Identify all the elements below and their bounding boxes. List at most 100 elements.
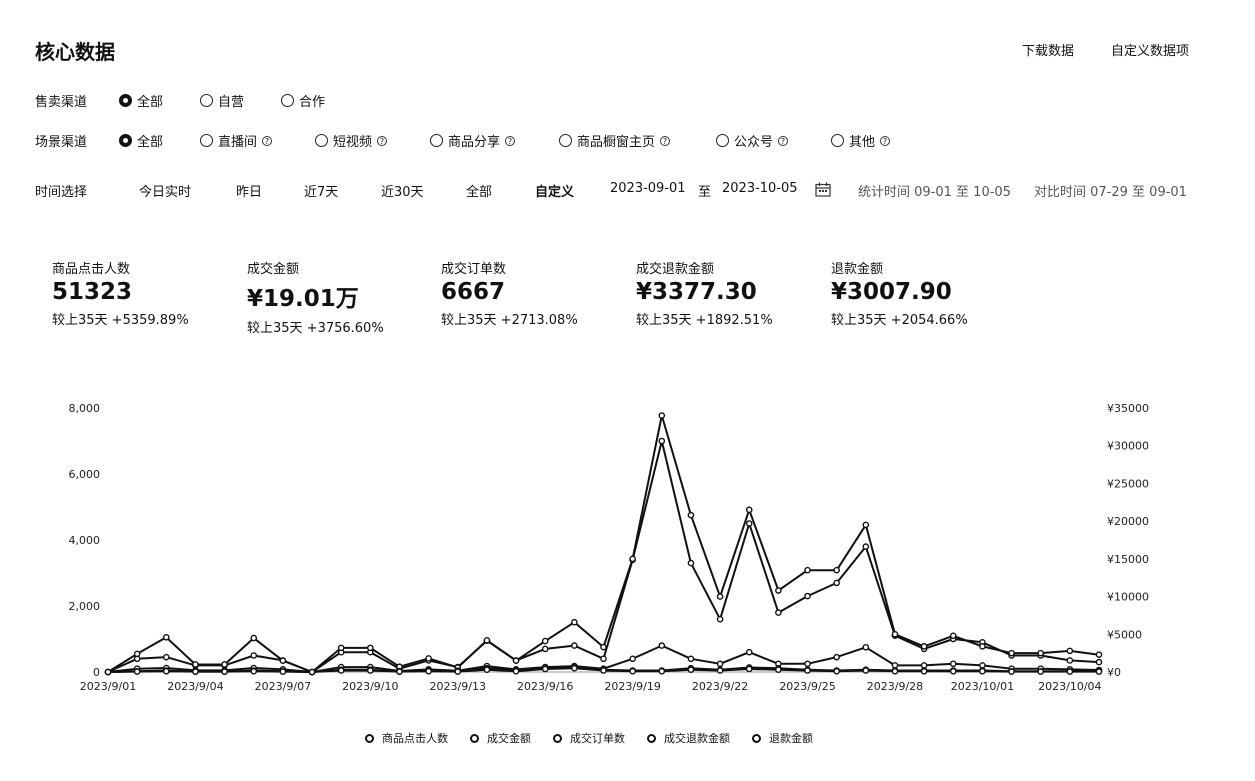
kpi-card[interactable]: 成交退款金额 ¥3377.30 较上35天 +1892.51% <box>636 258 773 328</box>
scene-option-short-video[interactable]: 短视频? <box>315 131 388 150</box>
sale-option-all[interactable]: 全部 <box>119 91 163 110</box>
legend-item[interactable]: 商品点击人数 <box>365 730 448 746</box>
help-icon[interactable]: ? <box>505 135 516 146</box>
help-icon[interactable]: ? <box>262 135 273 146</box>
data-point <box>629 655 636 663</box>
help-icon[interactable]: ? <box>377 135 388 146</box>
x-tick-label: 2023/10/01 <box>951 680 1014 693</box>
legend-marker-icon <box>365 733 374 743</box>
data-point <box>221 661 228 668</box>
time-option-yesterday[interactable]: 昨日 <box>236 181 262 200</box>
legend-marker-icon <box>470 733 479 743</box>
y-right-tick-label: ¥20000 <box>1107 515 1149 528</box>
time-option-today[interactable]: 今日实时 <box>139 181 191 200</box>
legend-item[interactable]: 成交退款金额 <box>647 730 730 746</box>
data-point <box>1066 657 1074 664</box>
data-point <box>804 566 811 574</box>
y-right-tick-label: ¥10000 <box>1107 591 1149 604</box>
download-data-link[interactable]: 下载数据 <box>1022 40 1074 59</box>
data-point <box>979 667 986 675</box>
data-point <box>891 667 899 675</box>
data-point <box>920 667 928 675</box>
data-point <box>192 661 199 668</box>
start-date-input[interactable]: 2023-09-01 <box>610 181 686 196</box>
scene-option-other[interactable]: 其他? <box>831 131 891 150</box>
data-point <box>716 660 724 668</box>
help-icon[interactable]: ? <box>880 135 891 146</box>
data-point <box>162 634 170 641</box>
help-icon[interactable]: ? <box>778 135 789 146</box>
data-point <box>454 668 462 675</box>
data-point <box>571 664 578 672</box>
data-point <box>396 668 403 675</box>
data-point <box>687 655 695 663</box>
radio-icon <box>716 134 729 147</box>
time-option-all[interactable]: 全部 <box>466 181 492 200</box>
data-point <box>541 645 549 653</box>
y-left-tick-label: 8,000 <box>69 402 101 415</box>
kpi-card[interactable]: 成交订单数 6667 较上35天 +2713.08% <box>441 258 578 328</box>
scene-option-live[interactable]: 直播间? <box>200 131 273 150</box>
data-point <box>1066 647 1074 655</box>
kpi-card[interactable]: 成交金额 ¥19.01万 较上35天 +3756.60% <box>247 258 384 336</box>
data-point <box>658 412 666 419</box>
x-tick-label: 2023/9/01 <box>80 680 136 693</box>
help-icon[interactable]: ? <box>660 135 671 146</box>
radio-icon <box>200 94 213 107</box>
x-tick-label: 2023/9/13 <box>430 680 486 693</box>
data-point <box>512 667 520 675</box>
time-select-label: 时间选择 <box>35 185 88 200</box>
stat-period-text: 统计时间 09-01 至 10-05 <box>858 185 1011 200</box>
data-point <box>833 653 840 661</box>
legend-item[interactable]: 退款金额 <box>752 730 813 746</box>
radio-selected-icon <box>119 134 132 147</box>
page-title: 核心数据 <box>35 40 115 64</box>
data-point <box>337 667 345 674</box>
kpi-value: ¥3007.90 <box>831 279 952 305</box>
kpi-value: ¥3377.30 <box>636 279 757 305</box>
time-option-30days[interactable]: 近30天 <box>381 181 424 200</box>
legend-item[interactable]: 成交订单数 <box>553 730 625 746</box>
custom-data-items-link[interactable]: 自定义数据项 <box>1111 40 1189 59</box>
scene-option-official-account[interactable]: 公众号? <box>716 131 789 150</box>
scene-option-showcase[interactable]: 商品橱窗主页? <box>559 131 671 150</box>
end-date-input[interactable]: 2023-10-05 <box>722 181 798 196</box>
data-point <box>1095 658 1103 666</box>
scene-option-all[interactable]: 全部 <box>119 131 163 150</box>
y-right-tick-label: ¥30000 <box>1107 440 1149 453</box>
data-point <box>658 667 666 675</box>
calendar-icon[interactable] <box>815 182 831 201</box>
y-right-tick-label: ¥25000 <box>1107 477 1149 490</box>
data-point <box>571 642 578 649</box>
kpi-card[interactable]: 商品点击人数 51323 较上35天 +5359.89% <box>52 258 189 328</box>
data-point <box>600 643 607 651</box>
data-point <box>279 657 287 664</box>
data-point <box>512 657 520 664</box>
radio-icon <box>831 134 844 147</box>
data-point <box>104 668 112 676</box>
data-point <box>949 632 957 640</box>
data-point <box>308 668 316 676</box>
kpi-label: 成交金额 <box>247 262 300 277</box>
time-option-7days[interactable]: 近7天 <box>304 181 338 200</box>
data-point <box>1008 649 1015 657</box>
data-point <box>775 666 782 674</box>
data-point <box>1037 668 1045 675</box>
data-point <box>775 587 782 594</box>
y-right-tick-label: ¥35000 <box>1107 402 1149 415</box>
trend-line-chart[interactable]: 8,000 6,000 4,000 2,000 0 ¥35000 ¥30000 ¥25000 ¥… <box>0 390 1255 700</box>
time-option-custom[interactable]: 自定义 <box>535 181 574 200</box>
sale-option-self[interactable]: 自营 <box>200 91 244 110</box>
data-point <box>133 650 141 658</box>
data-point <box>920 643 928 650</box>
sale-option-coop[interactable]: 合作 <box>281 91 325 110</box>
sale-channel-label: 售卖渠道 <box>35 95 88 110</box>
x-tick-label: 2023/9/19 <box>604 680 660 693</box>
data-point <box>862 521 870 529</box>
scene-option-product-share[interactable]: 商品分享? <box>430 131 516 150</box>
data-point <box>367 667 374 674</box>
legend-item[interactable]: 成交金额 <box>470 730 531 746</box>
date-range-separator: 至 <box>698 185 712 200</box>
kpi-card[interactable]: 退款金额 ¥3007.90 较上35天 +2054.66% <box>831 258 968 328</box>
data-point <box>658 642 666 649</box>
